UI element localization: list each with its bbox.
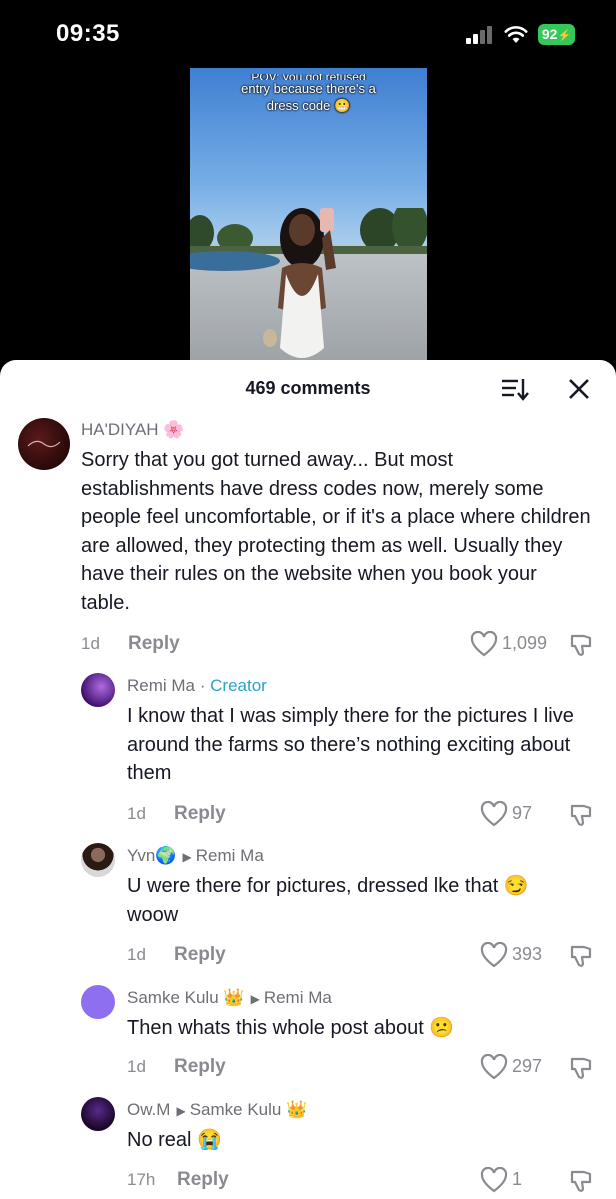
battery-icon: 92⚡ [538,24,575,45]
thumbs-down-icon[interactable] [568,632,594,658]
comment-text: No real 😭 [127,1126,607,1155]
reply-button[interactable]: Reply [128,633,180,655]
heart-outline-icon [470,631,498,657]
person-figure [263,208,336,358]
like-count: 1 [512,1169,523,1189]
avatar[interactable] [81,843,115,877]
author-name: Remi Ma [127,676,196,695]
reply-to-name[interactable]: Remi Ma [196,846,264,865]
cellular-signal-icon [466,26,494,44]
comment-text: Then whats this whole post about 😕 [127,1014,607,1043]
like-count: 97 [512,803,533,823]
video-caption: POV: you got refused entry because there… [190,74,427,114]
globe-emoji-icon: 🌍 [155,846,177,865]
author-separator: · [199,676,206,695]
author-name: HA'DIYAH [81,420,159,439]
reply-button[interactable]: Reply [177,1169,229,1191]
comment-text-line-1: U were there for pictures, dressed lke t… [127,875,499,897]
thumbs-down-icon[interactable] [568,1055,594,1081]
sort-icon[interactable] [500,376,530,402]
comments-sheet: 469 comments HA'DIYAH 🌸 Sorry that you g… [0,360,616,1199]
comment-age: 1d [81,634,100,653]
like-button[interactable]: 1,099 [470,631,560,657]
comments-header: 469 comments [0,360,616,418]
like-button[interactable]: 97 [480,801,550,827]
reply-button[interactable]: Reply [174,944,226,966]
video-caption-line-2: entry because there's a [241,81,376,96]
reply-button[interactable]: Reply [174,1056,226,1078]
comment-text: I know that I was simply there for the p… [127,705,574,785]
crown-emoji-icon: 👑 [223,988,245,1007]
like-count: 1,099 [502,633,548,653]
comment-author[interactable]: Samke Kulu 👑 ▶ Remi Ma [127,988,332,1008]
heart-outline-icon [480,1054,508,1080]
comment-age: 1d [127,945,146,964]
comment-text-line-1: Then whats this whole post about [127,1017,424,1039]
comment-age: 1d [127,1057,146,1076]
author-name: Samke Kulu [127,988,219,1007]
battery-level: 92 [541,26,558,42]
triangle-right-icon: ▶ [250,992,260,1006]
comment-text-line-2: woow [127,903,179,926]
thumbs-down-icon[interactable] [568,1168,594,1194]
like-button[interactable]: 1 [480,1167,540,1193]
cherry-blossom-emoji-icon: 🌸 [158,420,185,439]
status-time: 09:35 [56,20,120,47]
thumbs-down-icon[interactable] [568,943,594,969]
creator-badge: Creator [210,676,267,695]
confused-emoji-icon: 😕 [429,1017,455,1039]
comment-author[interactable]: HA'DIYAH 🌸 [81,420,184,440]
like-button[interactable]: 393 [480,942,560,968]
reply-to-name[interactable]: Samke Kulu [190,1100,282,1119]
wifi-icon [504,26,528,43]
crown-emoji-icon: 👑 [286,1100,308,1119]
heart-outline-icon [480,1167,508,1193]
video-preview[interactable]: POV: you got refused entry because there… [190,68,427,360]
heart-outline-icon [480,801,508,827]
avatar[interactable] [81,673,115,707]
author-name: Ow.M [127,1100,171,1119]
grimace-emoji-icon: 😬 [330,98,351,113]
avatar[interactable] [81,1097,115,1131]
avatar[interactable] [81,985,115,1019]
smirk-emoji-icon: 😏 [503,875,529,897]
triangle-right-icon: ▶ [182,850,192,864]
reply-button[interactable]: Reply [174,803,226,825]
comment-text-line-1: No real [127,1129,192,1151]
like-count: 297 [512,1056,543,1076]
thumbs-down-icon[interactable] [568,802,594,828]
like-count: 393 [512,944,543,964]
comment-author[interactable]: Ow.M ▶ Samke Kulu 👑 [127,1100,307,1120]
comment-text: Sorry that you got turned away... But mo… [81,449,591,614]
avatar[interactable] [18,418,70,470]
like-button[interactable]: 297 [480,1054,560,1080]
author-name: Yvn [127,846,156,865]
comment-author[interactable]: Yvn🌍 ▶ Remi Ma [127,846,264,866]
comment-age: 17h [127,1170,156,1189]
crying-emoji-icon: 😭 [197,1129,222,1151]
comment-age: 1d [127,804,146,823]
video-caption-line-3: dress code [266,98,331,113]
comment-author[interactable]: Remi Ma · Creator [127,676,267,696]
triangle-right-icon: ▶ [176,1104,186,1118]
reply-to-name[interactable]: Remi Ma [264,988,332,1007]
status-bar: 09:35 92⚡ [0,0,616,70]
heart-outline-icon [480,942,508,968]
comment-text: U were there for pictures, dressed lke t… [127,872,607,929]
close-icon[interactable] [566,376,592,402]
